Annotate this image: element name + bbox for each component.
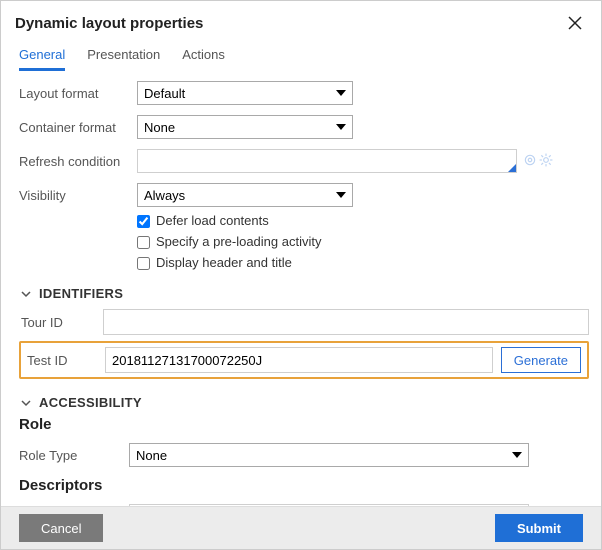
tab-general[interactable]: General: [19, 47, 65, 71]
identifiers-title: IDENTIFIERS: [39, 286, 123, 301]
dialog: Dynamic layout properties General Presen…: [0, 0, 602, 550]
tour-id-label: Tour ID: [19, 315, 103, 330]
refresh-condition-label: Refresh condition: [19, 154, 137, 169]
refresh-condition-input[interactable]: [137, 149, 517, 173]
visibility-select[interactable]: Always: [137, 183, 353, 207]
close-button[interactable]: [563, 11, 587, 35]
dialog-title: Dynamic layout properties: [15, 15, 203, 32]
descriptors-heading: Descriptors: [19, 477, 589, 494]
test-id-highlight: Test ID Generate: [19, 341, 589, 379]
submit-button[interactable]: Submit: [495, 514, 583, 542]
tour-id-input[interactable]: [103, 309, 589, 335]
cancel-button[interactable]: Cancel: [19, 514, 103, 542]
role-type-label: Role Type: [19, 448, 129, 463]
test-id-input[interactable]: [105, 347, 493, 373]
test-id-label: Test ID: [25, 353, 105, 368]
generate-button[interactable]: Generate: [501, 347, 581, 373]
dialog-header: Dynamic layout properties: [1, 1, 601, 39]
target-icon[interactable]: [523, 153, 537, 170]
role-type-select[interactable]: None: [129, 443, 529, 467]
chevron-down-icon: [19, 396, 33, 410]
tab-bar: General Presentation Actions: [19, 39, 589, 71]
container-format-select[interactable]: None: [137, 115, 353, 139]
visibility-label: Visibility: [19, 188, 137, 203]
gear-icon[interactable]: [539, 153, 553, 170]
preloading-checkbox[interactable]: [137, 236, 150, 249]
defer-load-label: Defer load contents: [156, 213, 269, 228]
tab-actions[interactable]: Actions: [182, 47, 225, 71]
role-heading: Role: [19, 416, 589, 433]
chevron-down-icon: [19, 287, 33, 301]
dialog-body[interactable]: General Presentation Actions Layout form…: [1, 39, 601, 506]
display-header-checkbox[interactable]: [137, 257, 150, 270]
container-format-label: Container format: [19, 120, 137, 135]
accessibility-title: ACCESSIBILITY: [39, 395, 142, 410]
layout-format-label: Layout format: [19, 86, 137, 101]
refresh-condition-actions: [523, 153, 553, 170]
display-header-label: Display header and title: [156, 255, 292, 270]
defer-load-checkbox[interactable]: [137, 215, 150, 228]
identifiers-section-header[interactable]: IDENTIFIERS: [19, 286, 589, 301]
preloading-label: Specify a pre-loading activity: [156, 234, 321, 249]
dialog-footer: Cancel Submit: [1, 506, 601, 549]
tab-presentation[interactable]: Presentation: [87, 47, 160, 71]
accessibility-section-header[interactable]: ACCESSIBILITY: [19, 395, 589, 410]
layout-format-select[interactable]: Default: [137, 81, 353, 105]
close-icon: [566, 14, 584, 32]
